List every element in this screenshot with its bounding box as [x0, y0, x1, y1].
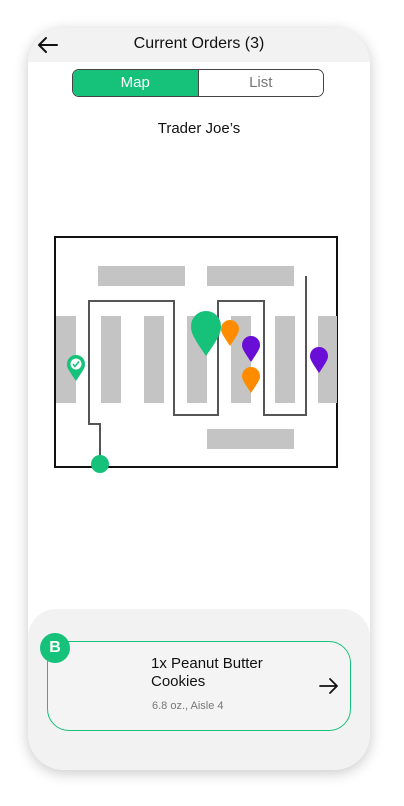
view-toggle: Map List	[72, 69, 324, 97]
store-map[interactable]	[54, 236, 344, 476]
shelf	[207, 429, 294, 449]
shelf	[98, 266, 185, 286]
aisle-shelf	[101, 316, 121, 403]
page-title: Current Orders (3)	[133, 35, 265, 52]
store-name: Trader Joe’s	[157, 120, 241, 137]
header-bar: Current Orders (3)	[28, 28, 370, 62]
aisle-shelf	[144, 316, 164, 403]
item-name: 1x Peanut Butter Cookies	[151, 655, 263, 690]
phone-screen: Current Orders (3) Map List Trader Joe’s	[28, 28, 370, 770]
item-badge: B	[40, 633, 70, 663]
tab-map[interactable]: Map	[73, 70, 199, 96]
start-dot-icon	[91, 455, 109, 473]
aisle-shelf	[275, 316, 295, 403]
item-detail: 6.8 oz., Aisle 4	[152, 700, 224, 712]
arrow-right-icon[interactable]	[318, 676, 340, 696]
shelf	[207, 266, 294, 286]
tab-list[interactable]: List	[198, 70, 323, 96]
current-item-card[interactable]: 1x Peanut Butter Cookies 6.8 oz., Aisle …	[47, 641, 351, 731]
